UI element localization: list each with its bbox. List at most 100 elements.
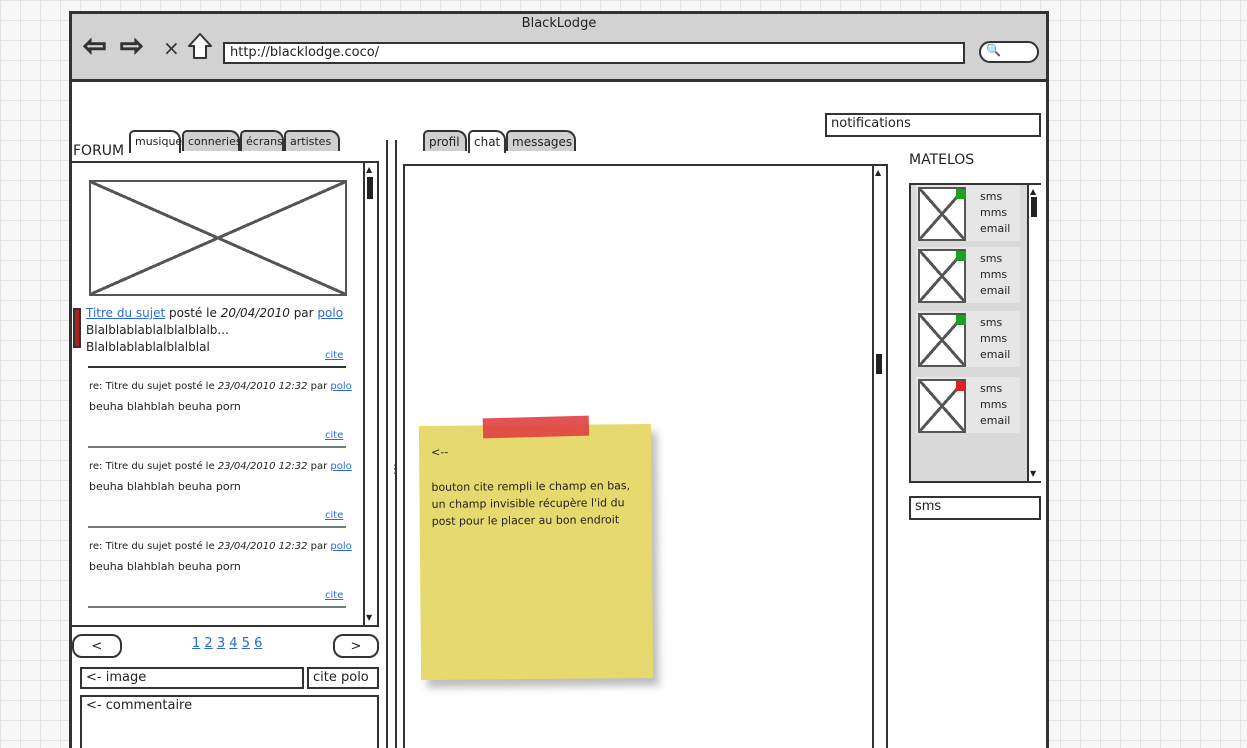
contact-card[interactable]: sms mms email bbox=[916, 377, 1020, 433]
topic-image-placeholder bbox=[89, 180, 347, 296]
scroll-up-icon[interactable]: ▲ bbox=[366, 166, 372, 174]
email-link[interactable]: email bbox=[980, 347, 1010, 363]
page-link[interactable]: 5 bbox=[242, 636, 250, 651]
divider bbox=[88, 606, 346, 608]
window-title: BlackLodge bbox=[521, 16, 597, 31]
scroll-thumb[interactable] bbox=[876, 354, 882, 374]
forum-label: FORUM bbox=[73, 143, 125, 159]
scroll-up-icon[interactable]: ▲ bbox=[875, 169, 881, 177]
topic-excerpt-line2: Blalblablablalblalblal bbox=[86, 340, 210, 354]
divider bbox=[88, 526, 346, 528]
cite-link[interactable]: cite bbox=[325, 510, 343, 521]
reply-header: re: Titre du sujet posté le 23/04/2010 1… bbox=[89, 541, 359, 552]
cite-field[interactable]: cite polo bbox=[307, 667, 379, 689]
page-link[interactable]: 3 bbox=[217, 636, 225, 651]
prev-page-button[interactable]: < bbox=[72, 634, 122, 658]
scroll-thumb[interactable] bbox=[1031, 197, 1037, 217]
forum-scrollbar[interactable]: ▲ ▼ bbox=[363, 163, 377, 625]
topic-posted-label: posté le bbox=[169, 306, 217, 320]
tab-conneries[interactable]: conneries bbox=[182, 130, 242, 151]
topic-date: 20/04/2010 bbox=[220, 306, 290, 320]
splitter-handle[interactable]: ⋮ bbox=[389, 463, 401, 475]
sticky-note: <-- bouton cite rempli le champ en bas, … bbox=[418, 415, 654, 681]
sms-link[interactable]: sms bbox=[980, 381, 1010, 397]
mms-link[interactable]: mms bbox=[980, 205, 1010, 221]
topic-excerpt-line1: Blalblablablalblalblalb... bbox=[86, 323, 229, 337]
mms-link[interactable]: mms bbox=[980, 397, 1010, 413]
reply-prefix: re: Titre du sujet posté le bbox=[89, 541, 215, 552]
tab-profil[interactable]: profil bbox=[423, 130, 467, 151]
topic-header: Titre du sujet posté le 20/04/2010 par p… bbox=[86, 305, 356, 356]
forum-panel: Titre du sujet posté le 20/04/2010 par p… bbox=[70, 161, 379, 627]
email-link[interactable]: email bbox=[980, 221, 1010, 237]
home-icon[interactable] bbox=[187, 32, 213, 60]
reply-author-link[interactable]: polo bbox=[330, 461, 351, 472]
reply-author-link[interactable]: polo bbox=[330, 381, 351, 392]
tab-musique[interactable]: musique bbox=[129, 130, 182, 153]
sticky-arrow: <-- bbox=[431, 445, 449, 459]
pagination: 1 2 3 4 5 6 bbox=[192, 636, 262, 651]
cite-link[interactable]: cite bbox=[325, 430, 343, 441]
reply-author-link[interactable]: polo bbox=[330, 541, 351, 552]
sms-field[interactable]: sms bbox=[909, 496, 1041, 520]
reply-body: beuha blahblah beuha porn bbox=[89, 400, 241, 413]
reply-by-label: par bbox=[310, 541, 328, 552]
divider bbox=[88, 446, 346, 448]
topic-marker bbox=[73, 308, 81, 348]
sms-link[interactable]: sms bbox=[980, 315, 1010, 331]
page-link[interactable]: 2 bbox=[204, 636, 212, 651]
reply-date: 23/04/2010 12:32 bbox=[217, 381, 308, 392]
scroll-down-icon[interactable]: ▼ bbox=[366, 614, 372, 622]
page-link[interactable]: 6 bbox=[254, 636, 262, 651]
reply-by-label: par bbox=[310, 381, 328, 392]
tab-messages[interactable]: messages bbox=[506, 130, 576, 151]
topic-author-link[interactable]: polo bbox=[317, 306, 343, 320]
search-field[interactable]: 🔍 bbox=[979, 41, 1039, 63]
reply-body: beuha blahblah beuha porn bbox=[89, 480, 241, 493]
stop-icon[interactable]: × bbox=[163, 36, 180, 60]
matelos-title: MATELOS bbox=[909, 152, 975, 168]
tab-chat[interactable]: chat bbox=[468, 130, 506, 153]
reply-date: 23/04/2010 12:32 bbox=[217, 541, 308, 552]
contact-card[interactable]: sms mms email bbox=[916, 247, 1020, 303]
comment-field[interactable]: <- commentaire bbox=[80, 695, 379, 748]
forward-arrow-icon[interactable]: ⇨ bbox=[119, 31, 144, 61]
back-arrow-icon[interactable]: ⇦ bbox=[82, 31, 107, 61]
notifications-field[interactable]: notifications bbox=[825, 113, 1041, 137]
reply-body: beuha blahblah beuha porn bbox=[89, 560, 241, 573]
status-indicator bbox=[956, 251, 966, 261]
reply-by-label: par bbox=[310, 461, 328, 472]
search-icon: 🔍 bbox=[986, 43, 1001, 57]
tab-artistes[interactable]: artistes bbox=[284, 130, 340, 151]
reply-header: re: Titre du sujet posté le 23/04/2010 1… bbox=[89, 461, 359, 472]
scroll-down-icon[interactable]: ▼ bbox=[1030, 470, 1036, 478]
contact-card[interactable]: sms mms email bbox=[916, 311, 1020, 367]
scroll-up-icon[interactable]: ▲ bbox=[1030, 188, 1036, 196]
status-indicator bbox=[956, 381, 966, 391]
status-indicator bbox=[956, 315, 966, 325]
sticky-text: bouton cite rempli le champ en bas, un c… bbox=[431, 479, 631, 528]
divider bbox=[88, 366, 346, 368]
next-page-button[interactable]: > bbox=[333, 634, 379, 658]
email-link[interactable]: email bbox=[980, 283, 1010, 299]
page-link[interactable]: 1 bbox=[192, 636, 200, 651]
page-link[interactable]: 4 bbox=[229, 636, 237, 651]
topic-title-link[interactable]: Titre du sujet bbox=[86, 306, 165, 320]
tab-ecrans[interactable]: écrans bbox=[240, 130, 284, 151]
chat-scrollbar[interactable]: ▲ bbox=[872, 166, 886, 748]
contact-card[interactable]: sms mms email bbox=[916, 185, 1020, 241]
address-bar[interactable]: http://blacklodge.coco/ bbox=[223, 42, 965, 64]
mms-link[interactable]: mms bbox=[980, 267, 1010, 283]
splitter-line bbox=[386, 140, 388, 748]
contacts-scrollbar[interactable]: ▲ ▼ bbox=[1027, 185, 1041, 481]
mms-link[interactable]: mms bbox=[980, 331, 1010, 347]
email-link[interactable]: email bbox=[980, 413, 1010, 429]
reply-prefix: re: Titre du sujet posté le bbox=[89, 461, 215, 472]
cite-link[interactable]: cite bbox=[325, 350, 343, 361]
image-field[interactable]: <- image bbox=[80, 667, 304, 689]
sms-link[interactable]: sms bbox=[980, 251, 1010, 267]
sms-link[interactable]: sms bbox=[980, 189, 1010, 205]
cite-link[interactable]: cite bbox=[325, 590, 343, 601]
scroll-thumb[interactable] bbox=[367, 177, 373, 199]
splitter-line bbox=[395, 140, 397, 748]
